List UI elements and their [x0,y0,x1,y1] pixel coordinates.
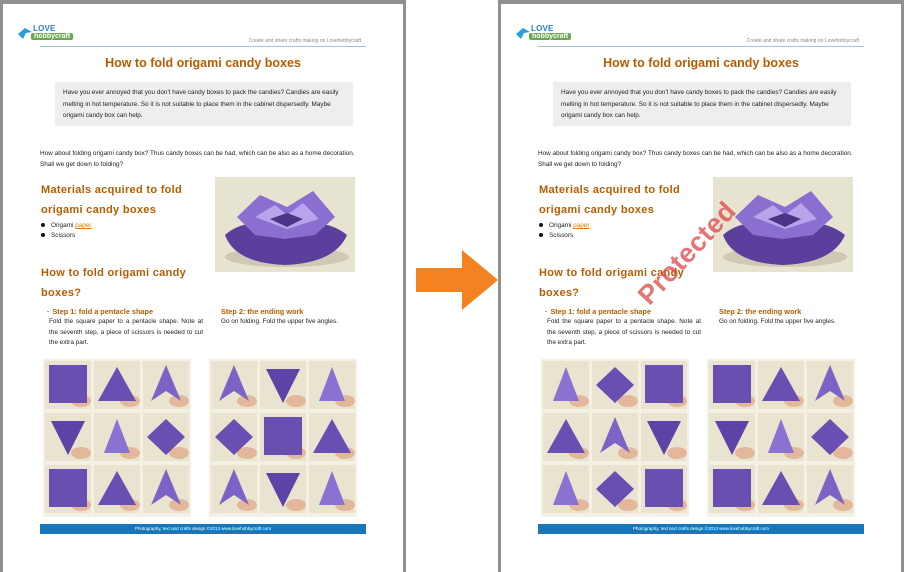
step-photo-tile [211,413,257,461]
logo-love-text: LOVE [531,24,554,33]
materials-list: Origami paper Scissors [539,221,590,241]
step-photo-tile [592,413,638,461]
step-photo-tile [211,465,257,513]
step-photo-tile [709,413,755,461]
step-photo-tile [45,465,91,513]
step-photo-tile [94,413,140,461]
lovehobbycraft-logo: LOVE hobbycraft [17,24,77,48]
step2-photo-grid [209,359,357,517]
step-photo-tile [807,361,853,409]
lovehobbycraft-logo: LOVE hobbycraft [515,24,575,48]
bullet-icon [539,223,543,228]
step2-title: Step 2: the ending work [719,307,802,316]
step-photo-tile [143,465,189,513]
document-title: How to fold origami candy boxes [105,56,301,70]
step-photo-tile [543,361,589,409]
protected-page-frame: LOVE hobbycraft Create and share crafts … [498,0,904,572]
document-title: How to fold origami candy boxes [603,56,799,70]
step-photo-tile [45,413,91,461]
step-photo-tile [592,465,638,513]
header-tagline: Create and share crafts making on Loveho… [248,38,361,44]
protected-page: LOVE hobbycraft Create and share crafts … [501,4,901,572]
step1-photo-grid [541,359,689,517]
step-photo-tile [758,413,804,461]
header-tagline: Create and share crafts making on Loveho… [746,38,859,44]
step-photo-tile [709,361,755,409]
original-page-frame: LOVE hobbycraft Create and share crafts … [0,0,406,572]
step-photo-tile [758,361,804,409]
list-item: Scissors [41,231,92,241]
logo-love-text: LOVE [33,24,56,33]
step1-photo-grid [43,359,191,517]
step-photo-tile [758,465,804,513]
list-item: Origami paper [41,221,92,231]
step-photo-tile [143,413,189,461]
bullet-icon [41,223,45,228]
list-item: Scissors [539,231,590,241]
step-photo-tile [543,413,589,461]
footer-bar: Photography, text and crafts design ©201… [40,524,366,534]
intro-paragraph: How about folding origami candy box? Thu… [40,150,355,168]
footer-bar: Photography, text and crafts design ©201… [538,524,864,534]
header-divider [538,46,864,47]
right-arrow-icon [416,250,498,310]
step-photo-tile [641,465,687,513]
step-photo-tile [45,361,91,409]
intro-box: Have you ever annoyed that you don't hav… [55,82,353,126]
step2-photo-grid [707,359,855,517]
step2-text: Go on folding. Fold the upper five angle… [221,318,338,325]
step-photo-tile [260,361,306,409]
intro-text: Have you ever annoyed that you don't hav… [561,89,837,119]
step-photo-tile [94,465,140,513]
step-photo-tile [543,465,589,513]
intro-text: Have you ever annoyed that you don't hav… [63,89,339,119]
list-item: Origami paper [539,221,590,231]
step2-text: Go on folding. Fold the upper five angle… [719,318,836,325]
step1-text: Fold the square paper to a pentacle shap… [547,318,701,346]
step-photo-tile [641,413,687,461]
step-photo-tile [709,465,755,513]
original-page: LOVE hobbycraft Create and share crafts … [3,4,403,572]
candy-box-photo [215,177,355,272]
howto-heading: How to fold origami candy boxes? [41,267,187,299]
header-divider [40,46,366,47]
paper-link[interactable]: paper [75,222,91,229]
bullet-icon [41,233,45,238]
step-photo-tile [309,361,355,409]
step-photo-tile [807,465,853,513]
step-photo-tile [309,413,355,461]
step-photo-tile [143,361,189,409]
step1-text: Fold the square paper to a pentacle shap… [49,318,203,346]
step-photo-tile [94,361,140,409]
footer-text: Photography, text and crafts design ©201… [632,526,770,531]
logo-hobby-text: hobbycraft [529,33,572,40]
paper-link[interactable]: paper [573,222,589,229]
footer-text: Photography, text and crafts design ©201… [134,526,272,531]
step-photo-tile [309,465,355,513]
bullet-icon [539,233,543,238]
step-photo-tile [260,465,306,513]
materials-heading: Materials acquired to fold origami candy… [539,184,681,216]
step1-title: · Step 1: fold a pentacle shape [47,307,153,316]
intro-box: Have you ever annoyed that you don't hav… [553,82,851,126]
step-photo-tile [211,361,257,409]
step-photo-tile [807,413,853,461]
step-photo-tile [592,361,638,409]
intro-paragraph: How about folding origami candy box? Thu… [538,150,853,168]
step2-title: Step 2: the ending work [221,307,304,316]
materials-list: Origami paper Scissors [41,221,92,241]
step-photo-tile [641,361,687,409]
step1-title: · Step 1: fold a pentacle shape [545,307,651,316]
logo-hobby-text: hobbycraft [31,33,74,40]
materials-heading: Materials acquired to fold origami candy… [41,184,183,216]
step-photo-tile [260,413,306,461]
